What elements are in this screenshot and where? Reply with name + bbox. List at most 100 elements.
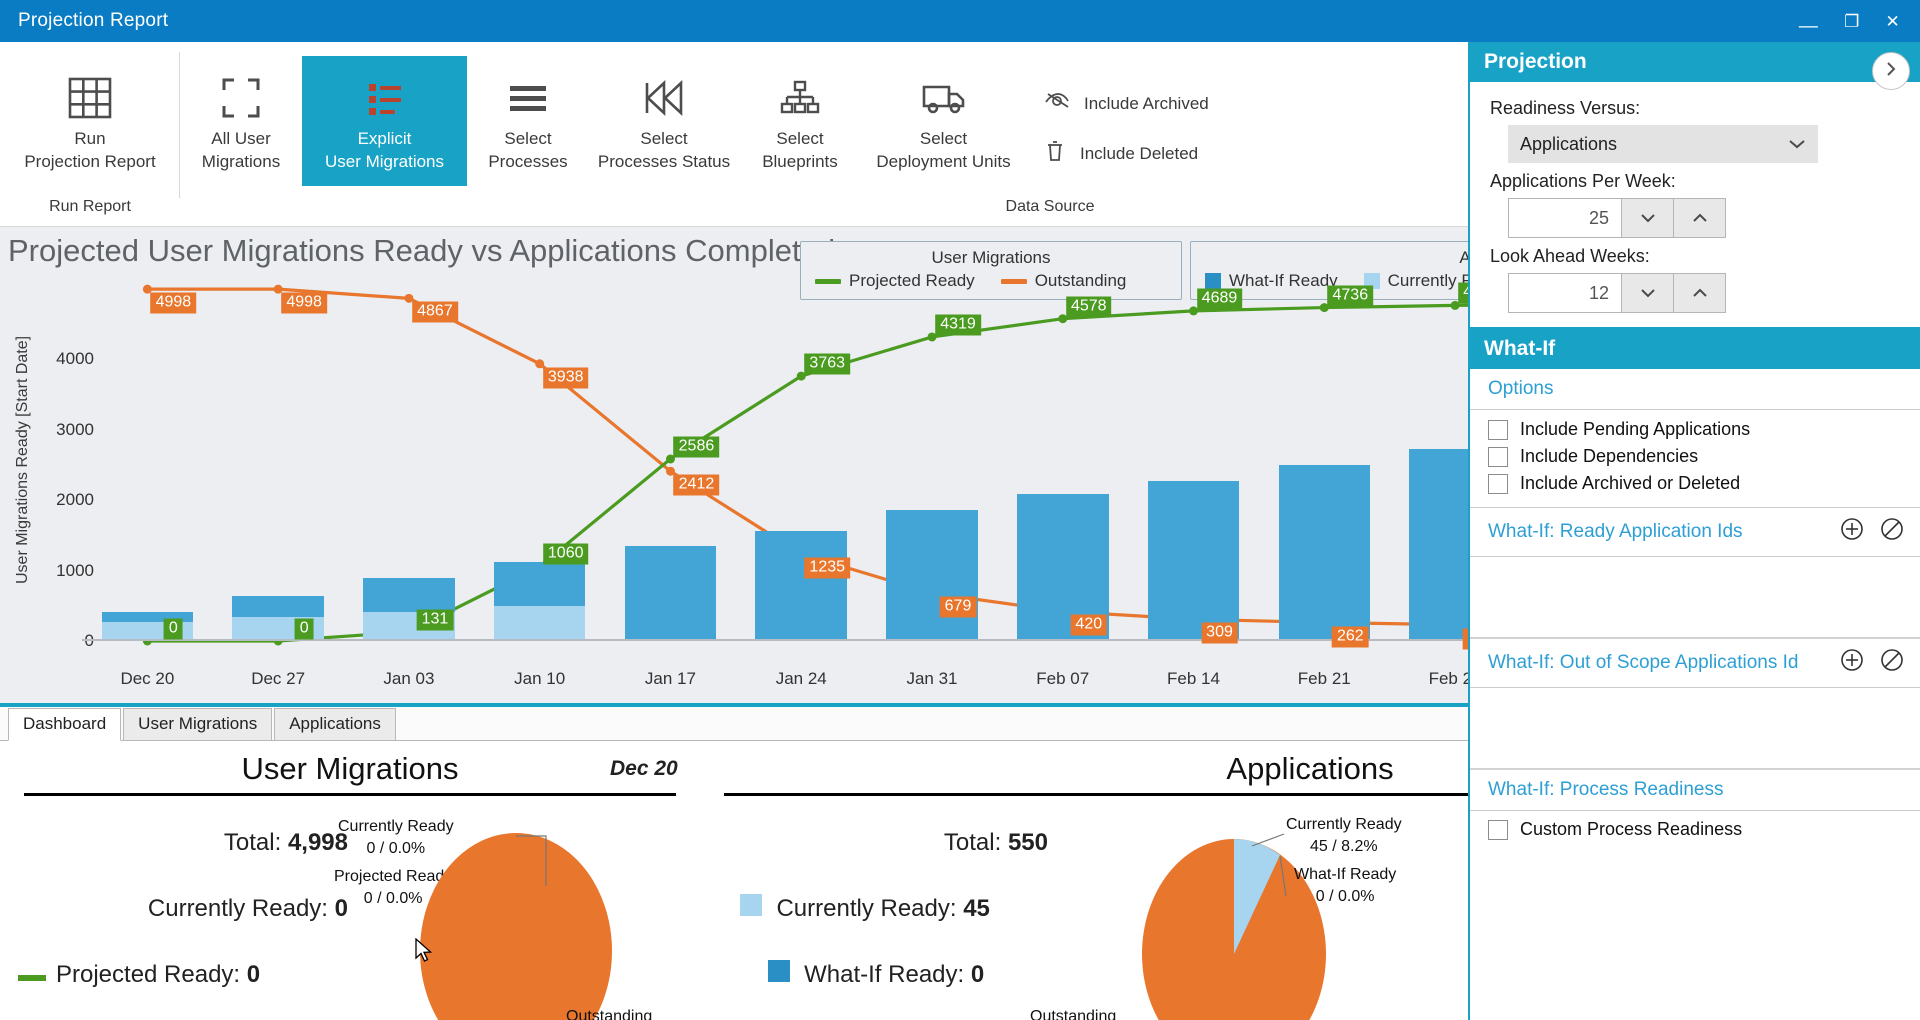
stat-apps-wr-value: 0 xyxy=(970,961,985,988)
tab-user-migrations[interactable]: User Migrations xyxy=(123,708,273,741)
dashboard-date-label: Dec 20 xyxy=(610,757,678,780)
chart-data-label: 262 xyxy=(1331,626,1369,648)
look-ahead-weeks-decrement[interactable] xyxy=(1622,273,1674,313)
select-processes-button[interactable]: Select Processes xyxy=(467,56,589,186)
legend-item-projected-ready: Projected Ready xyxy=(815,271,975,291)
select-blueprints-button[interactable]: Select Blueprints xyxy=(739,56,861,186)
select-processes-line1: Select xyxy=(504,129,552,148)
include-archived-toggle[interactable]: Include Archived xyxy=(1044,90,1209,117)
include-deleted-toggle[interactable]: Include Deleted xyxy=(1044,139,1209,168)
select-deployment-units-line2: Deployment Units xyxy=(876,151,1011,171)
legend-swatch-whatif-ready xyxy=(1205,273,1221,289)
sidebar-collapse-button[interactable] xyxy=(1872,52,1910,90)
plus-circle-icon[interactable] xyxy=(1840,648,1864,678)
chart-data-label: 1235 xyxy=(804,557,851,579)
whatif-ready-application-ids-list[interactable] xyxy=(1470,557,1920,639)
checkbox-include-pending-applications[interactable] xyxy=(1488,419,1508,440)
chart-data-label: 131 xyxy=(416,609,454,631)
legend-label-projected-ready: Projected Ready xyxy=(849,271,975,290)
marker-projected-ready xyxy=(18,961,46,989)
ribbon-group-run-report: Run Projection Report Run Report xyxy=(0,42,180,226)
look-ahead-weeks-label: Look Ahead Weeks: xyxy=(1490,246,1650,266)
brackets-icon xyxy=(218,68,264,128)
look-ahead-weeks-stepper[interactable]: 12 xyxy=(1508,273,1726,313)
pie-label-out-text: Outstanding xyxy=(566,1008,653,1020)
chart-bar xyxy=(1278,465,1371,641)
minimize-icon[interactable]: — xyxy=(1799,17,1818,36)
chart-data-label: 4998 xyxy=(150,292,197,314)
user-migrations-pie-wrap: Currently Ready 0 / 0.0% Projected Ready… xyxy=(334,810,682,1020)
all-user-migrations-line2: Migrations xyxy=(201,151,281,171)
bar-segment-whatif-ready xyxy=(755,530,847,641)
chart-data-label: 3763 xyxy=(804,353,851,375)
select-blueprints-line2: Blueprints xyxy=(762,151,838,171)
list-icon xyxy=(362,68,408,128)
applications-per-week-stepper[interactable]: 25 xyxy=(1508,198,1726,238)
ban-circle-icon[interactable] xyxy=(1880,517,1904,547)
x-tick-5: Jan 24 xyxy=(775,669,827,688)
readiness-versus-select[interactable]: Applications xyxy=(1508,125,1818,163)
chart-bar xyxy=(755,530,847,641)
checkbox-include-dependencies[interactable] xyxy=(1488,446,1508,467)
restore-icon[interactable]: ❐ xyxy=(1844,13,1859,30)
option-include-archived-or-deleted[interactable]: Include Archived or Deleted xyxy=(1470,470,1920,497)
ban-circle-icon[interactable] xyxy=(1880,648,1904,678)
chart-data-label: 2412 xyxy=(673,474,720,496)
tab-dashboard[interactable]: Dashboard xyxy=(8,708,122,741)
close-icon[interactable]: ✕ xyxy=(1886,13,1900,30)
hierarchy-icon xyxy=(777,68,823,128)
option-include-dependencies[interactable]: Include Dependencies xyxy=(1470,443,1920,470)
label-include-pending-applications: Include Pending Applications xyxy=(1520,419,1751,439)
plus-circle-icon[interactable] xyxy=(1840,517,1864,547)
tab-applications[interactable]: Applications xyxy=(274,708,396,741)
pie-label-whatif-ready-right: What-If Ready 0 / 0.0% xyxy=(1294,864,1396,907)
pie-label-apps-wr-value: 0 / 0.0% xyxy=(1315,887,1375,905)
x-tick-9: Feb 21 xyxy=(1297,669,1351,688)
chart-bar xyxy=(1147,481,1240,641)
option-include-pending-applications[interactable]: Include Pending Applications xyxy=(1470,416,1920,443)
select-deployment-units-line1: Select xyxy=(919,129,968,148)
checkbox-custom-process-readiness[interactable] xyxy=(1488,819,1508,840)
chart-data-label: 2586 xyxy=(673,436,720,458)
eye-off-icon xyxy=(1044,90,1070,117)
chart-data-label: 0 xyxy=(163,618,183,640)
right-sidebar: Projection Readiness Versus: Application… xyxy=(1468,42,1920,1020)
look-ahead-weeks-increment[interactable] xyxy=(1674,273,1726,313)
select-processes-status-button[interactable]: Select Processes Status xyxy=(589,56,739,186)
applications-per-week-decrement[interactable] xyxy=(1622,198,1674,238)
explicit-user-migrations-button[interactable]: Explicit User Migrations xyxy=(302,56,467,186)
chart-data-label: 4578 xyxy=(1065,296,1112,318)
stat-total-user-migrations: Total: 4,998 xyxy=(18,810,348,876)
all-user-migrations-button[interactable]: All User Migrations xyxy=(180,56,302,186)
option-custom-process-readiness[interactable]: Custom Process Readiness xyxy=(1470,811,1920,843)
stat-whatif-ready-applications: What-If Ready: 0 xyxy=(718,942,1048,1008)
user-migrations-pie-chart xyxy=(420,833,612,1020)
x-tick-6: Jan 31 xyxy=(906,669,958,688)
sidebar-inner: Projection Readiness Versus: Application… xyxy=(1470,42,1920,1020)
data-source-toggles: Include Archived Include Deleted xyxy=(1026,56,1209,168)
bar-segment-whatif-ready xyxy=(1147,481,1240,641)
checkbox-include-archived-or-deleted[interactable] xyxy=(1488,473,1508,494)
bar-segment-currently-ready xyxy=(493,605,586,641)
whatif-out-of-scope-row: What-If: Out of Scope Applications Id xyxy=(1470,639,1920,688)
select-processes-status-line1: Select xyxy=(640,129,688,148)
whatif-ready-application-ids-row: What-If: Ready Application Ids xyxy=(1470,508,1920,557)
applications-per-week-value[interactable]: 25 xyxy=(1508,198,1622,238)
x-tick-4: Jan 17 xyxy=(644,669,696,688)
stat-apps-total-label: Total: xyxy=(943,829,1002,856)
stat-projected-ready-label: Projected Ready: xyxy=(56,961,241,988)
stat-apps-wr-label: What-If Ready: xyxy=(804,961,965,988)
applications-per-week-increment[interactable] xyxy=(1674,198,1726,238)
run-button-line1: Run xyxy=(74,129,106,148)
pie-label-outstanding-left: Outstanding 4998 / 100.0% xyxy=(566,1006,669,1020)
run-button-line2: Projection Report xyxy=(24,151,156,171)
readiness-versus-label: Readiness Versus: xyxy=(1490,98,1641,118)
run-projection-report-button[interactable]: Run Projection Report xyxy=(0,56,180,186)
select-deployment-units-button[interactable]: Select Deployment Units xyxy=(861,56,1026,186)
window-controls: — ❐ ✕ xyxy=(1799,12,1910,36)
explicit-user-migrations-line1: Explicit xyxy=(357,129,412,148)
whatif-out-of-scope-list[interactable] xyxy=(1470,688,1920,770)
whatif-options-group: Options Include Pending Applications Inc… xyxy=(1470,369,1920,508)
look-ahead-weeks-value[interactable]: 12 xyxy=(1508,273,1622,313)
legend-swatch-outstanding xyxy=(1000,278,1027,284)
